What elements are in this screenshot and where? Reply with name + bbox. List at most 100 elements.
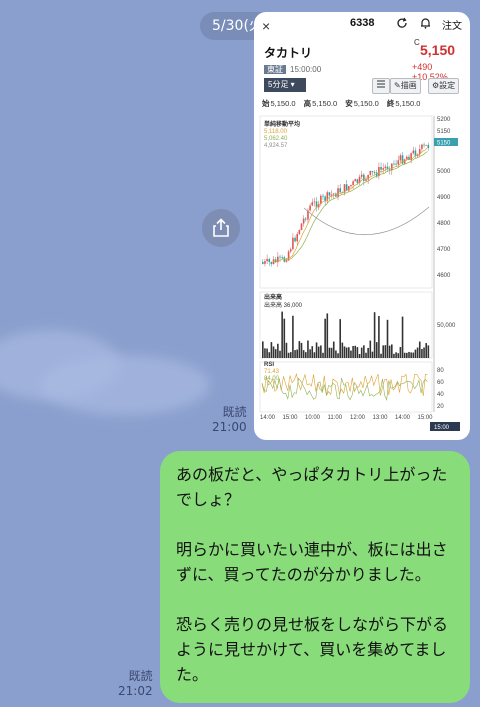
candle-body bbox=[270, 261, 273, 264]
volume-bar bbox=[371, 351, 374, 358]
volume-bar bbox=[320, 345, 322, 358]
volume-bar bbox=[281, 311, 283, 358]
draw-button[interactable]: ✎描画 bbox=[390, 78, 421, 94]
candle-body bbox=[339, 188, 341, 193]
volume-bar bbox=[410, 352, 412, 358]
candle-body bbox=[421, 144, 423, 150]
candle-body bbox=[380, 167, 382, 170]
volume-bar bbox=[322, 352, 324, 358]
volume-bar bbox=[414, 349, 417, 358]
volume-bar bbox=[375, 342, 378, 358]
volume-bar bbox=[380, 353, 382, 358]
volume-bar bbox=[283, 318, 286, 358]
candle-body bbox=[324, 196, 326, 201]
ohlc-row: 始5,150.0 高5,150.0 安5,150.0 終5,150.0 bbox=[262, 99, 421, 108]
time-axis-label: 15:00 bbox=[418, 415, 434, 421]
candle-body bbox=[332, 193, 335, 195]
candle-body bbox=[425, 144, 427, 146]
volume-bar bbox=[378, 316, 380, 358]
volume-bar bbox=[330, 347, 333, 358]
candle-body bbox=[384, 166, 387, 169]
candle-body bbox=[423, 144, 425, 146]
candle-body bbox=[427, 144, 430, 148]
volume-bar bbox=[393, 353, 395, 358]
price-axis-label: 4600 bbox=[437, 273, 451, 279]
volume-bar bbox=[350, 350, 352, 358]
volume-bar bbox=[418, 341, 421, 358]
volume-bar bbox=[354, 345, 357, 358]
time-axis-label: 14:00 bbox=[395, 415, 411, 421]
market-tag: 東証 bbox=[264, 65, 286, 74]
candle-body bbox=[266, 258, 268, 262]
close-icon: × bbox=[262, 18, 271, 34]
price-axis-label: 5150 bbox=[437, 129, 451, 135]
candle-body bbox=[401, 155, 404, 164]
volume-bar bbox=[373, 312, 376, 358]
volume-bar bbox=[285, 342, 288, 358]
candle-body bbox=[395, 163, 397, 165]
candle-body bbox=[311, 202, 314, 206]
candle-body bbox=[298, 230, 301, 235]
volume-bar bbox=[423, 347, 425, 358]
candle-body bbox=[305, 218, 307, 220]
volume-bar bbox=[309, 349, 311, 358]
volume-bar bbox=[292, 315, 294, 358]
candle-body bbox=[354, 179, 357, 182]
volume-bar bbox=[296, 349, 298, 358]
interval-select[interactable]: 5分足 ▾ bbox=[264, 78, 306, 92]
price-axis-label: 4700 bbox=[437, 247, 451, 253]
volume-bar bbox=[287, 352, 290, 358]
ma-line-short bbox=[272, 147, 428, 263]
bell-icon bbox=[421, 18, 430, 29]
volume-bar bbox=[328, 347, 331, 358]
volume-bar bbox=[262, 341, 264, 358]
volume-bar bbox=[279, 350, 281, 358]
volume-bar bbox=[307, 340, 309, 358]
message-bubble[interactable]: あの板だと、やっぱタカトリ上がったでしょ？ 明らかに買いたい連中が、板には出さず… bbox=[160, 451, 470, 703]
volume-bar bbox=[425, 343, 427, 358]
volume-bar bbox=[360, 347, 363, 358]
volume-bar bbox=[367, 347, 369, 358]
time-axis-label: 15:00 bbox=[283, 415, 299, 421]
volume-bar bbox=[356, 347, 359, 358]
share-icon bbox=[213, 218, 229, 237]
candle-body bbox=[328, 192, 331, 196]
volume-bar bbox=[326, 313, 329, 358]
text-read-receipt: 既読 21:02 bbox=[118, 669, 153, 699]
volume-bar bbox=[399, 347, 402, 358]
volume-bar bbox=[427, 345, 430, 358]
volume-bar bbox=[391, 344, 393, 358]
volume-bar bbox=[266, 348, 268, 358]
volume-bar bbox=[352, 346, 354, 358]
market-time: 15:00:00 bbox=[290, 65, 322, 74]
candle-body bbox=[296, 234, 298, 242]
volume-bar bbox=[343, 346, 346, 358]
order-button[interactable]: 注文 bbox=[442, 17, 462, 32]
indicator-button[interactable] bbox=[372, 78, 390, 94]
ma-legend: 単純移動平均 5,118.00 5,062.40 4,924.57 bbox=[264, 122, 301, 149]
time-axis-label: 11:00 bbox=[328, 415, 343, 421]
time-tag-label: 15:00 bbox=[434, 425, 450, 431]
candle-body bbox=[348, 186, 350, 191]
volume-bar bbox=[270, 342, 273, 358]
volume-bar bbox=[335, 350, 337, 358]
rsi-axis-label: 80 bbox=[437, 368, 444, 374]
volume-bar bbox=[274, 349, 277, 358]
candle-body bbox=[391, 163, 393, 171]
time-axis-label: 14:00 bbox=[260, 415, 276, 421]
volume-bar bbox=[332, 341, 335, 358]
refresh-icon bbox=[397, 17, 407, 28]
candle-body bbox=[283, 257, 286, 262]
message-time: 21:00 bbox=[212, 420, 247, 434]
candle-body bbox=[322, 195, 324, 197]
volume-bar bbox=[421, 348, 423, 358]
share-button[interactable] bbox=[202, 209, 240, 247]
price-axis-label: 4900 bbox=[437, 195, 451, 201]
volume-bar bbox=[317, 346, 320, 358]
candle-body bbox=[388, 169, 391, 171]
stock-chart-screenshot[interactable]: × 6338 注文 タカトリ C 5,150 東証 15:00:00 +490 +… bbox=[254, 12, 470, 440]
candle-body bbox=[268, 258, 271, 262]
candle-body bbox=[408, 156, 410, 160]
settings-button[interactable]: ⚙設定 bbox=[428, 78, 460, 94]
volume-bar bbox=[412, 352, 415, 358]
